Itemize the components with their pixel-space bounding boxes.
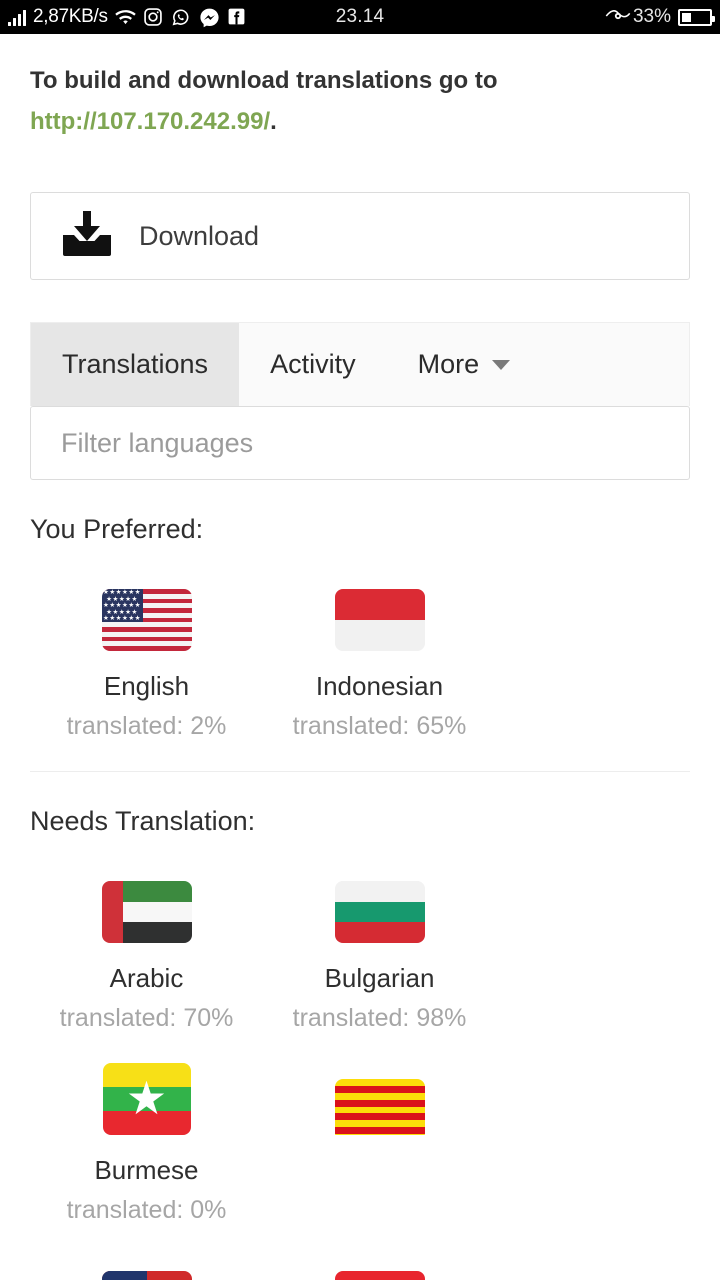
tab-bar: Translations Activity More	[30, 322, 690, 406]
section-you-preferred: You Preferred: ★★★★★★ ★★★★★ ★★★★★★ ★★★★★ ★★★…	[30, 480, 690, 771]
section-title-you-preferred: You Preferred:	[30, 514, 204, 544]
signal-bars-icon	[8, 9, 26, 26]
flag-clip	[334, 1079, 425, 1135]
language-progress: translated: 0%	[66, 1196, 227, 1224]
language-card-arabic[interactable]: Arabic translated: 70%	[30, 881, 263, 1033]
status-bar-right: 33%	[605, 6, 715, 28]
language-grid-preferred: ★★★★★★ ★★★★★ ★★★★★★ ★★★★★ ★★★★★★ English tra…	[30, 545, 690, 771]
status-bar-left: 2,87KB/s	[0, 6, 248, 28]
language-card-bulgarian[interactable]: Bulgarian translated: 98%	[263, 881, 496, 1033]
tab-translations[interactable]: Translations	[31, 323, 240, 406]
language-progress: translated: 70%	[59, 1004, 234, 1032]
language-name: English	[103, 671, 190, 701]
whatsapp-icon	[171, 7, 192, 28]
language-grid-needs-translation: Arabic translated: 70% Bulgarian transla…	[30, 837, 690, 1280]
flag-taiwan-icon: ✳	[101, 1271, 192, 1280]
language-progress: translated: 2%	[66, 712, 227, 740]
flag-croatia-icon	[334, 1271, 425, 1280]
network-speed-label: 2,87KB/s	[33, 6, 108, 27]
battery-percent-label: 33%	[632, 6, 671, 27]
filter-languages-field[interactable]	[30, 406, 690, 480]
language-name: Indonesian	[315, 671, 444, 701]
flag-united-states-icon: ★★★★★★ ★★★★★ ★★★★★★ ★★★★★ ★★★★★★	[101, 589, 192, 651]
download-icon	[61, 211, 113, 261]
download-button-label: Download	[139, 220, 260, 251]
build-server-link[interactable]: http://107.170.242.99/	[30, 108, 270, 135]
page-content: To build and download translations go to…	[0, 34, 720, 1280]
flag-indonesia-icon	[334, 589, 425, 651]
language-card-burmese[interactable]: ★ Burmese translated: 0%	[30, 1063, 263, 1225]
language-progress: translated: 65%	[292, 712, 467, 740]
chevron-down-icon	[492, 359, 511, 370]
section-needs-translation: Needs Translation: Arabic translated: 70…	[30, 772, 690, 1280]
language-progress: translated: 98%	[292, 1004, 467, 1032]
filter-languages-input[interactable]	[61, 427, 689, 459]
tab-translations-label: Translations	[62, 349, 209, 379]
language-name: Burmese	[94, 1155, 199, 1185]
language-card-english[interactable]: ★★★★★★ ★★★★★ ★★★★★★ ★★★★★ ★★★★★★ English tra…	[30, 589, 263, 741]
language-card-indonesian[interactable]: Indonesian translated: 65%	[263, 589, 496, 741]
intro-period: .	[270, 108, 277, 135]
battery-icon	[678, 8, 715, 26]
instagram-icon	[143, 7, 164, 28]
language-card-catalan[interactable]	[263, 1063, 496, 1225]
status-bar-clock: 23.14	[335, 6, 385, 27]
tab-more-label: More	[417, 349, 480, 379]
flag-clip: ✳	[101, 1271, 192, 1280]
language-name: Bulgarian	[324, 963, 435, 993]
flag-bulgaria-icon	[334, 881, 425, 943]
facebook-icon	[227, 7, 248, 28]
status-bar: 2,87KB/s 23.14 33%	[0, 0, 720, 34]
tab-activity-label: Activity	[270, 349, 356, 379]
flag-catalonia-icon	[334, 1079, 425, 1135]
intro-line-2: http://107.170.242.99/.	[30, 101, 690, 142]
tab-more[interactable]: More	[387, 323, 542, 406]
language-card-chinese[interactable]: ✳	[30, 1255, 263, 1280]
eye-icon	[605, 7, 631, 28]
messenger-icon	[199, 7, 220, 28]
intro-text: To build and download translations go to…	[30, 34, 690, 142]
language-name: Arabic	[109, 963, 184, 993]
wifi-icon	[114, 7, 136, 28]
flag-myanmar-icon: ★	[102, 1063, 191, 1135]
flag-clip	[334, 1271, 425, 1280]
tab-activity[interactable]: Activity	[239, 323, 387, 406]
download-button[interactable]: Download	[30, 192, 690, 280]
flag-uae-icon	[101, 881, 192, 943]
intro-line-1: To build and download translations go to	[30, 67, 498, 94]
section-title-needs-translation: Needs Translation:	[30, 806, 256, 836]
language-card-croatian[interactable]	[263, 1255, 496, 1280]
